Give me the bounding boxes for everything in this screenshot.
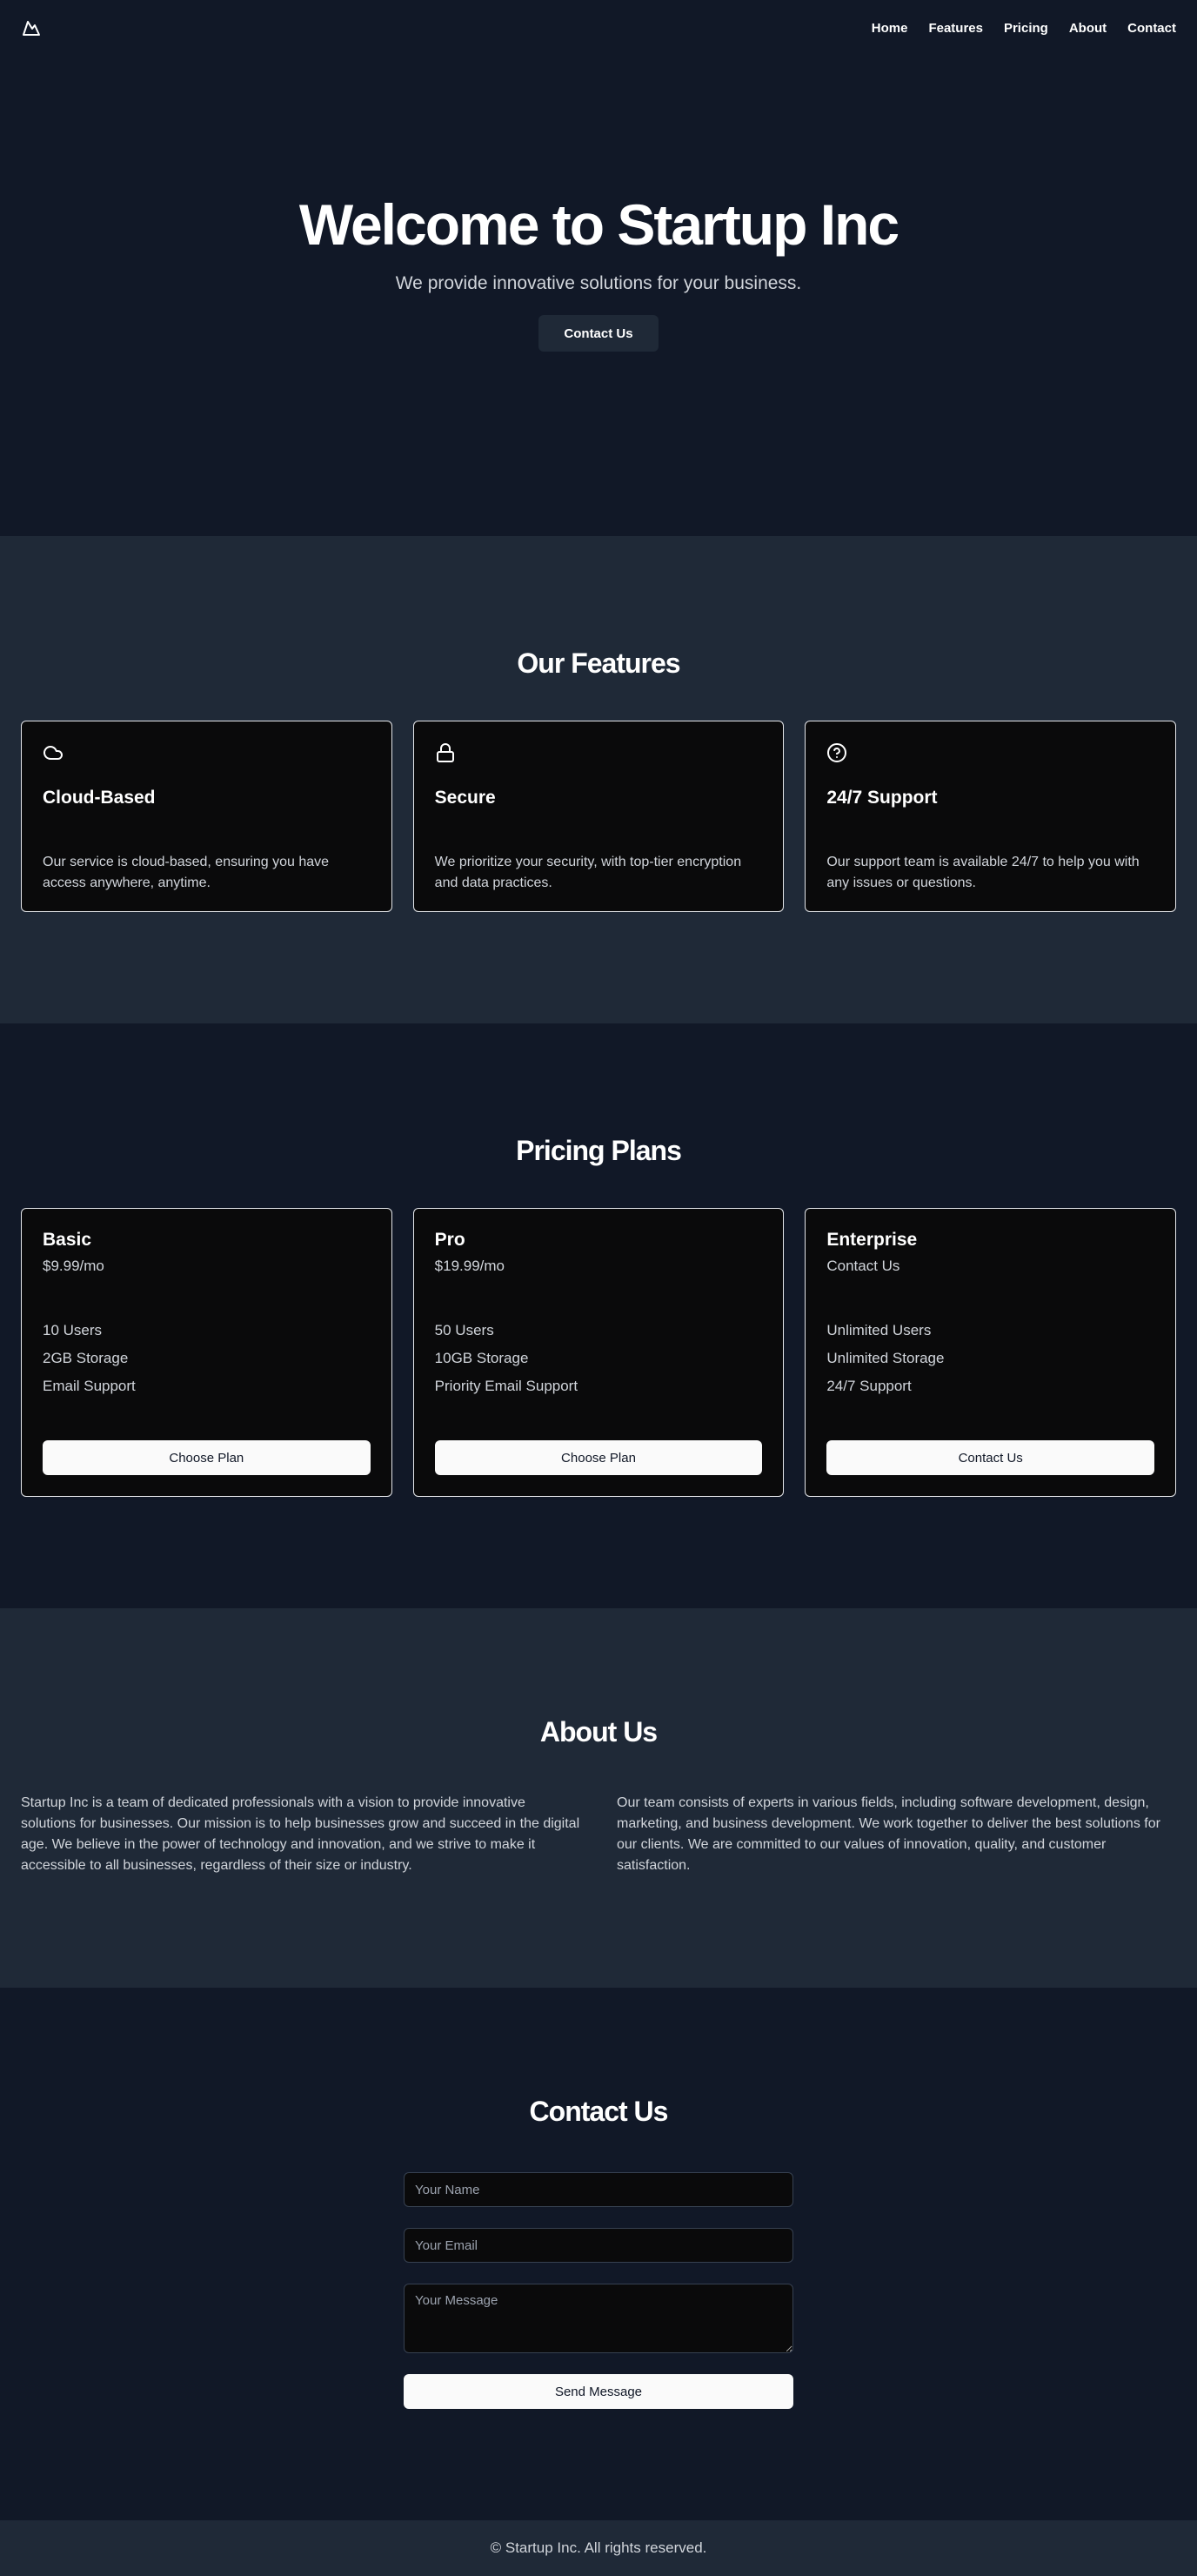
plan-feature: Email Support <box>43 1378 136 1394</box>
feature-card-secure: Secure We prioritize your security, with… <box>412 721 785 912</box>
hero-subtitle: We provide innovative solutions for your… <box>395 273 802 294</box>
plan-feature: 50 Users <box>434 1322 494 1338</box>
choose-plan-button[interactable]: Choose Plan <box>43 1440 371 1475</box>
plan-feature: Priority Email Support <box>434 1378 578 1394</box>
feature-cards: Cloud-Based Our service is cloud-based, … <box>21 721 1177 912</box>
nav-contact[interactable]: Contact <box>1127 21 1176 36</box>
plan-name: Enterprise <box>826 1230 918 1250</box>
feature-description: We prioritize your security, with top-ti… <box>434 855 742 890</box>
name-input[interactable] <box>404 2172 793 2207</box>
plan-card-pro: Pro $19.99/mo 50 Users 10GB Storage Prio… <box>412 1208 785 1497</box>
lock-icon <box>436 743 454 762</box>
pricing-section: Pricing Plans Basic $9.99/mo 10 Users 2G… <box>0 1023 1197 1608</box>
about-section: About Us Startup Inc is a team of dedica… <box>0 1608 1197 1988</box>
message-textarea[interactable] <box>404 2284 793 2353</box>
plan-features: 50 Users 10GB Storage Priority Email Sup… <box>435 1317 763 1400</box>
plan-feature: 24/7 Support <box>826 1378 912 1394</box>
plan-features: 10 Users 2GB Storage Email Support <box>43 1317 371 1400</box>
about-paragraph: Our team consists of experts in various … <box>617 1795 1160 1873</box>
feature-description: Our support team is available 24/7 to he… <box>826 855 1140 890</box>
feature-card-cloud: Cloud-Based Our service is cloud-based, … <box>21 721 392 912</box>
site-header: Home Features Pricing About Contact <box>0 0 1197 56</box>
plan-feature: Unlimited Storage <box>826 1350 945 1366</box>
plan-feature: Unlimited Users <box>826 1322 932 1338</box>
copyright-text: © Startup Inc. All rights reserved. <box>490 2539 707 2556</box>
contact-title: Contact Us <box>529 2096 669 2127</box>
about-paragraph: Startup Inc is a team of dedicated profe… <box>21 1795 580 1873</box>
feature-title: 24/7 Support <box>826 788 938 808</box>
plan-card-basic: Basic $9.99/mo 10 Users 2GB Storage Emai… <box>21 1208 392 1497</box>
email-input[interactable] <box>404 2228 793 2263</box>
nav-about[interactable]: About <box>1069 21 1107 36</box>
contact-section: Contact Us Send Message <box>0 1988 1197 2520</box>
plan-feature: 2GB Storage <box>43 1350 129 1366</box>
contact-form: Send Message <box>404 2172 793 2409</box>
plan-feature: 10 Users <box>43 1322 103 1338</box>
feature-card-support: 24/7 Support Our support team is availab… <box>805 721 1177 912</box>
logo-link[interactable] <box>21 17 42 38</box>
plan-feature: 10GB Storage <box>434 1350 529 1366</box>
nav-home[interactable]: Home <box>872 21 908 36</box>
plan-features: Unlimited Users Unlimited Storage 24/7 S… <box>826 1317 1154 1400</box>
site-footer: © Startup Inc. All rights reserved. <box>0 2520 1197 2576</box>
help-circle-icon <box>827 743 847 762</box>
hero-section: Welcome to Startup Inc We provide innova… <box>0 0 1197 536</box>
send-message-button[interactable]: Send Message <box>404 2374 793 2409</box>
feature-title: Cloud-Based <box>43 788 156 808</box>
pricing-title: Pricing Plans <box>516 1135 682 1166</box>
choose-plan-button[interactable]: Choose Plan <box>434 1440 763 1475</box>
nav-pricing[interactable]: Pricing <box>1004 21 1048 36</box>
about-title: About Us <box>539 1716 658 1748</box>
pricing-cards: Basic $9.99/mo 10 Users 2GB Storage Emai… <box>21 1208 1177 1497</box>
plan-price: Contact Us <box>826 1258 900 1274</box>
mountain-icon <box>23 21 40 36</box>
hero-contact-button[interactable]: Contact Us <box>538 315 659 352</box>
contact-sales-button[interactable]: Contact Us <box>826 1440 1155 1475</box>
plan-card-enterprise: Enterprise Contact Us Unlimited Users Un… <box>805 1208 1177 1497</box>
cloud-icon <box>43 746 63 760</box>
feature-description: Our service is cloud-based, ensuring you… <box>43 855 330 890</box>
main-nav: Home Features Pricing About Contact <box>872 21 1176 36</box>
features-section: Our Features Cloud-Based Our service is … <box>0 536 1197 1023</box>
hero-title: Welcome to Startup Inc <box>298 191 899 257</box>
plan-name: Pro <box>434 1230 465 1250</box>
about-columns: Startup Inc is a team of dedicated profe… <box>21 1793 1176 1876</box>
plan-name: Basic <box>43 1230 92 1250</box>
plan-price: $9.99/mo <box>43 1258 104 1274</box>
plan-price: $19.99/mo <box>434 1258 505 1274</box>
nav-features[interactable]: Features <box>928 21 983 36</box>
features-title: Our Features <box>517 647 680 679</box>
feature-title: Secure <box>434 788 496 808</box>
